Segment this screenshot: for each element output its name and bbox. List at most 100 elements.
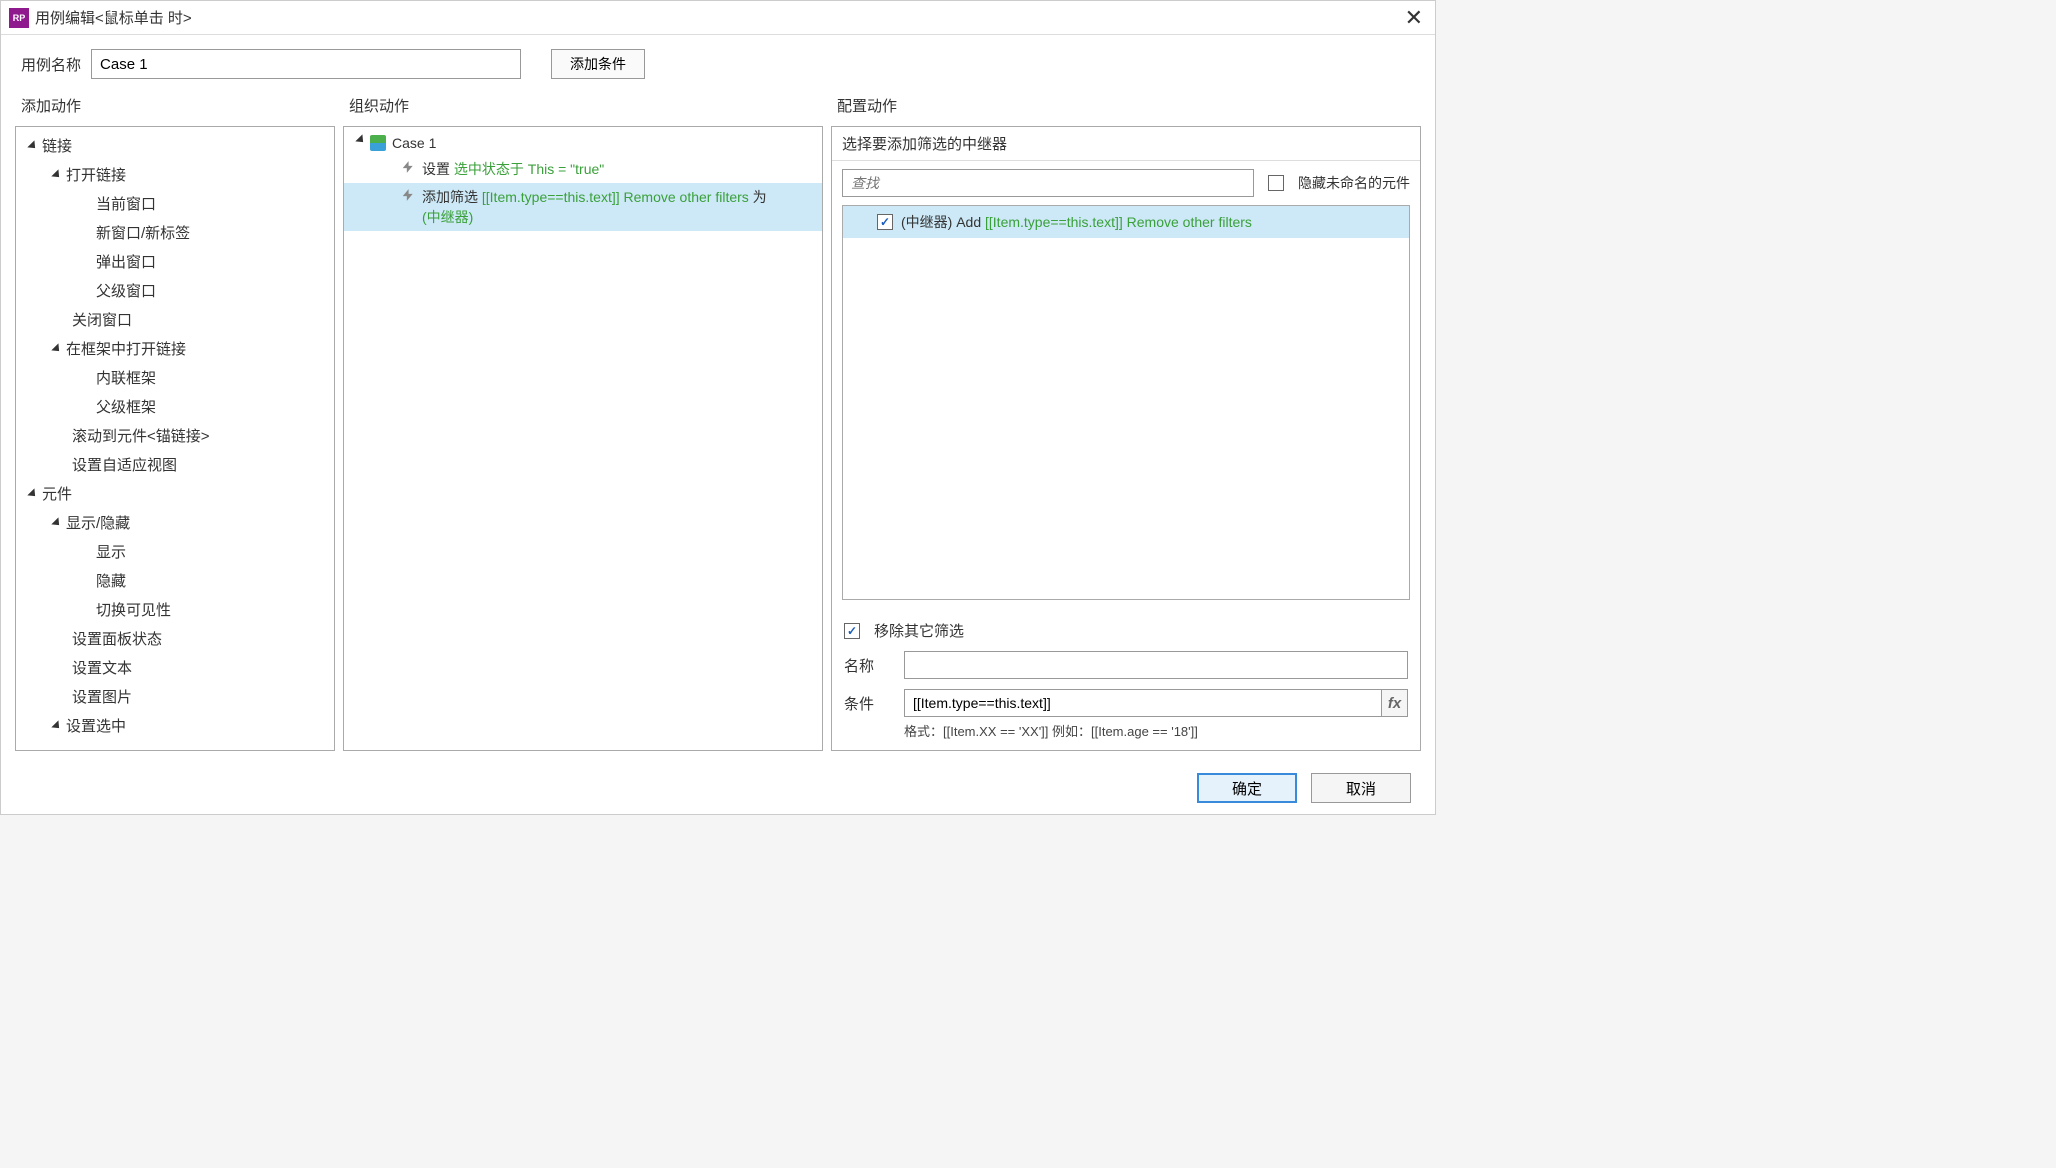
chevron-down-icon xyxy=(51,720,62,731)
window-title: 用例编辑<鼠标单击 时> xyxy=(35,7,192,28)
name-input[interactable] xyxy=(904,651,1408,679)
chevron-down-icon xyxy=(51,517,62,528)
bolt-icon xyxy=(400,187,416,203)
chevron-down-icon xyxy=(51,169,62,180)
tree-label: 切换可见性 xyxy=(96,599,171,620)
fx-button[interactable]: fx xyxy=(1382,689,1408,717)
search-input[interactable] xyxy=(842,169,1254,197)
organize-column: 组织动作 Case 1 设置 选中状态于 This = "true" xyxy=(343,89,823,751)
tree-label: 设置文本 xyxy=(72,657,132,678)
condition-input[interactable] xyxy=(904,689,1382,717)
case-label: Case 1 xyxy=(392,135,436,151)
tree-show-hide[interactable]: 显示/隐藏 xyxy=(16,508,334,537)
ok-button[interactable]: 确定 xyxy=(1197,773,1297,803)
tree-popup[interactable]: 弹出窗口 xyxy=(16,247,334,276)
organize-tree: Case 1 设置 选中状态于 This = "true" 添加筛选 [[Ite… xyxy=(344,127,822,235)
organize-panel: Case 1 设置 选中状态于 This = "true" 添加筛选 [[Ite… xyxy=(343,126,823,751)
case-row[interactable]: Case 1 xyxy=(344,131,822,155)
app-icon: RP xyxy=(9,8,29,28)
case-name-label: 用例名称 xyxy=(21,54,81,75)
tree-open-in-frame[interactable]: 在框架中打开链接 xyxy=(16,334,334,363)
target-row[interactable]: (中继器) Add [[Item.type==this.text]] Remov… xyxy=(843,206,1409,238)
hide-unnamed-checkbox[interactable] xyxy=(1268,175,1284,191)
chevron-down-icon xyxy=(355,134,366,145)
case-name-input[interactable] xyxy=(91,49,521,79)
tree-label: 链接 xyxy=(42,135,72,156)
action-text: 添加筛选 [[Item.type==this.text]] Remove oth… xyxy=(422,187,767,227)
titlebar: RP 用例编辑<鼠标单击 时> ✕ xyxy=(1,1,1435,35)
add-condition-button[interactable]: 添加条件 xyxy=(551,49,645,79)
organize-header: 组织动作 xyxy=(343,89,823,126)
tree-toggle-vis[interactable]: 切换可见性 xyxy=(16,595,334,624)
target-checkbox[interactable] xyxy=(877,214,893,230)
remove-other-label: 移除其它筛选 xyxy=(874,620,964,641)
remove-other-checkbox[interactable] xyxy=(844,623,860,639)
tree-label: 新窗口/新标签 xyxy=(96,222,190,243)
cancel-button[interactable]: 取消 xyxy=(1311,773,1411,803)
bolt-icon xyxy=(400,159,416,175)
tree-iframe[interactable]: 内联框架 xyxy=(16,363,334,392)
tree-label: 当前窗口 xyxy=(96,193,156,214)
configure-title: 选择要添加筛选的中继器 xyxy=(832,127,1420,161)
tree-label: 设置选中 xyxy=(66,715,126,736)
tree-label: 设置图片 xyxy=(72,686,132,707)
tree-close-window[interactable]: 关闭窗口 xyxy=(16,305,334,334)
tree-parent-frame[interactable]: 父级框架 xyxy=(16,392,334,421)
tree-set-selected[interactable]: 设置选中 xyxy=(16,711,334,740)
titlebar-left: RP 用例编辑<鼠标单击 时> xyxy=(9,7,192,28)
tree-label: 显示 xyxy=(96,541,126,562)
tree-label: 关闭窗口 xyxy=(72,309,132,330)
condition-hint: 格式：[[Item.XX == 'XX']] 例如：[[Item.age == … xyxy=(904,721,1408,740)
tree-adaptive-view[interactable]: 设置自适应视图 xyxy=(16,450,334,479)
action-row-1[interactable]: 设置 选中状态于 This = "true" xyxy=(344,155,822,183)
tree-open-link[interactable]: 打开链接 xyxy=(16,160,334,189)
tree-label: 父级框架 xyxy=(96,396,156,417)
tree-label: 显示/隐藏 xyxy=(66,512,130,533)
tree-label: 内联框架 xyxy=(96,367,156,388)
condition-field: 条件 fx xyxy=(844,689,1408,717)
tree-hide[interactable]: 隐藏 xyxy=(16,566,334,595)
tree-label: 设置面板状态 xyxy=(72,628,162,649)
tree-show[interactable]: 显示 xyxy=(16,537,334,566)
tree-panel-state[interactable]: 设置面板状态 xyxy=(16,624,334,653)
tree-label: 打开链接 xyxy=(66,164,126,185)
tree-new-window[interactable]: 新窗口/新标签 xyxy=(16,218,334,247)
action-text: 设置 选中状态于 This = "true" xyxy=(422,159,604,179)
tree-widgets[interactable]: 元件 xyxy=(16,479,334,508)
close-icon[interactable]: ✕ xyxy=(1401,5,1427,31)
action-tree-scroll[interactable]: 链接 打开链接 当前窗口 新窗口/新标签 弹出窗口 父级窗口 关闭窗口 在框架中… xyxy=(16,127,334,750)
columns: 添加动作 链接 打开链接 当前窗口 新窗口/新标签 弹出窗口 父级窗口 关闭窗口… xyxy=(1,89,1435,763)
add-action-header: 添加动作 xyxy=(15,89,335,126)
case-editor-dialog: RP 用例编辑<鼠标单击 时> ✕ 用例名称 添加条件 添加动作 链接 打开链接… xyxy=(0,0,1436,815)
tree-current-window[interactable]: 当前窗口 xyxy=(16,189,334,218)
tree-label: 设置自适应视图 xyxy=(72,454,177,475)
target-list[interactable]: (中继器) Add [[Item.type==this.text]] Remov… xyxy=(842,205,1410,600)
action-tree: 链接 打开链接 当前窗口 新窗口/新标签 弹出窗口 父级窗口 关闭窗口 在框架中… xyxy=(16,127,334,750)
chevron-down-icon xyxy=(51,343,62,354)
tree-set-text[interactable]: 设置文本 xyxy=(16,653,334,682)
action-row-2[interactable]: 添加筛选 [[Item.type==this.text]] Remove oth… xyxy=(344,183,822,231)
action-tree-panel: 链接 打开链接 当前窗口 新窗口/新标签 弹出窗口 父级窗口 关闭窗口 在框架中… xyxy=(15,126,335,751)
hide-unnamed-label: 隐藏未命名的元件 xyxy=(1298,173,1410,193)
configure-column: 配置动作 选择要添加筛选的中继器 隐藏未命名的元件 (中继器) Add [[It… xyxy=(831,89,1421,751)
case-icon xyxy=(370,135,386,151)
tree-scroll-anchor[interactable]: 滚动到元件<锚链接> xyxy=(16,421,334,450)
tree-label: 隐藏 xyxy=(96,570,126,591)
add-action-column: 添加动作 链接 打开链接 当前窗口 新窗口/新标签 弹出窗口 父级窗口 关闭窗口… xyxy=(15,89,335,751)
footer: 确定 取消 xyxy=(1,763,1435,803)
tree-label: 在框架中打开链接 xyxy=(66,338,186,359)
tree-links[interactable]: 链接 xyxy=(16,131,334,160)
tree-label: 元件 xyxy=(42,483,72,504)
name-label: 名称 xyxy=(844,655,890,676)
remove-other-field: 移除其它筛选 xyxy=(844,620,1408,641)
tree-set-image[interactable]: 设置图片 xyxy=(16,682,334,711)
condition-label: 条件 xyxy=(844,693,890,714)
tree-parent-window[interactable]: 父级窗口 xyxy=(16,276,334,305)
configure-toolbar: 隐藏未命名的元件 xyxy=(832,161,1420,205)
configure-header: 配置动作 xyxy=(831,89,1421,126)
top-row: 用例名称 添加条件 xyxy=(1,35,1435,89)
chevron-down-icon xyxy=(27,140,38,151)
configure-panel: 选择要添加筛选的中继器 隐藏未命名的元件 (中继器) Add [[Item.ty… xyxy=(831,126,1421,751)
tree-label: 父级窗口 xyxy=(96,280,156,301)
tree-label: 弹出窗口 xyxy=(96,251,156,272)
